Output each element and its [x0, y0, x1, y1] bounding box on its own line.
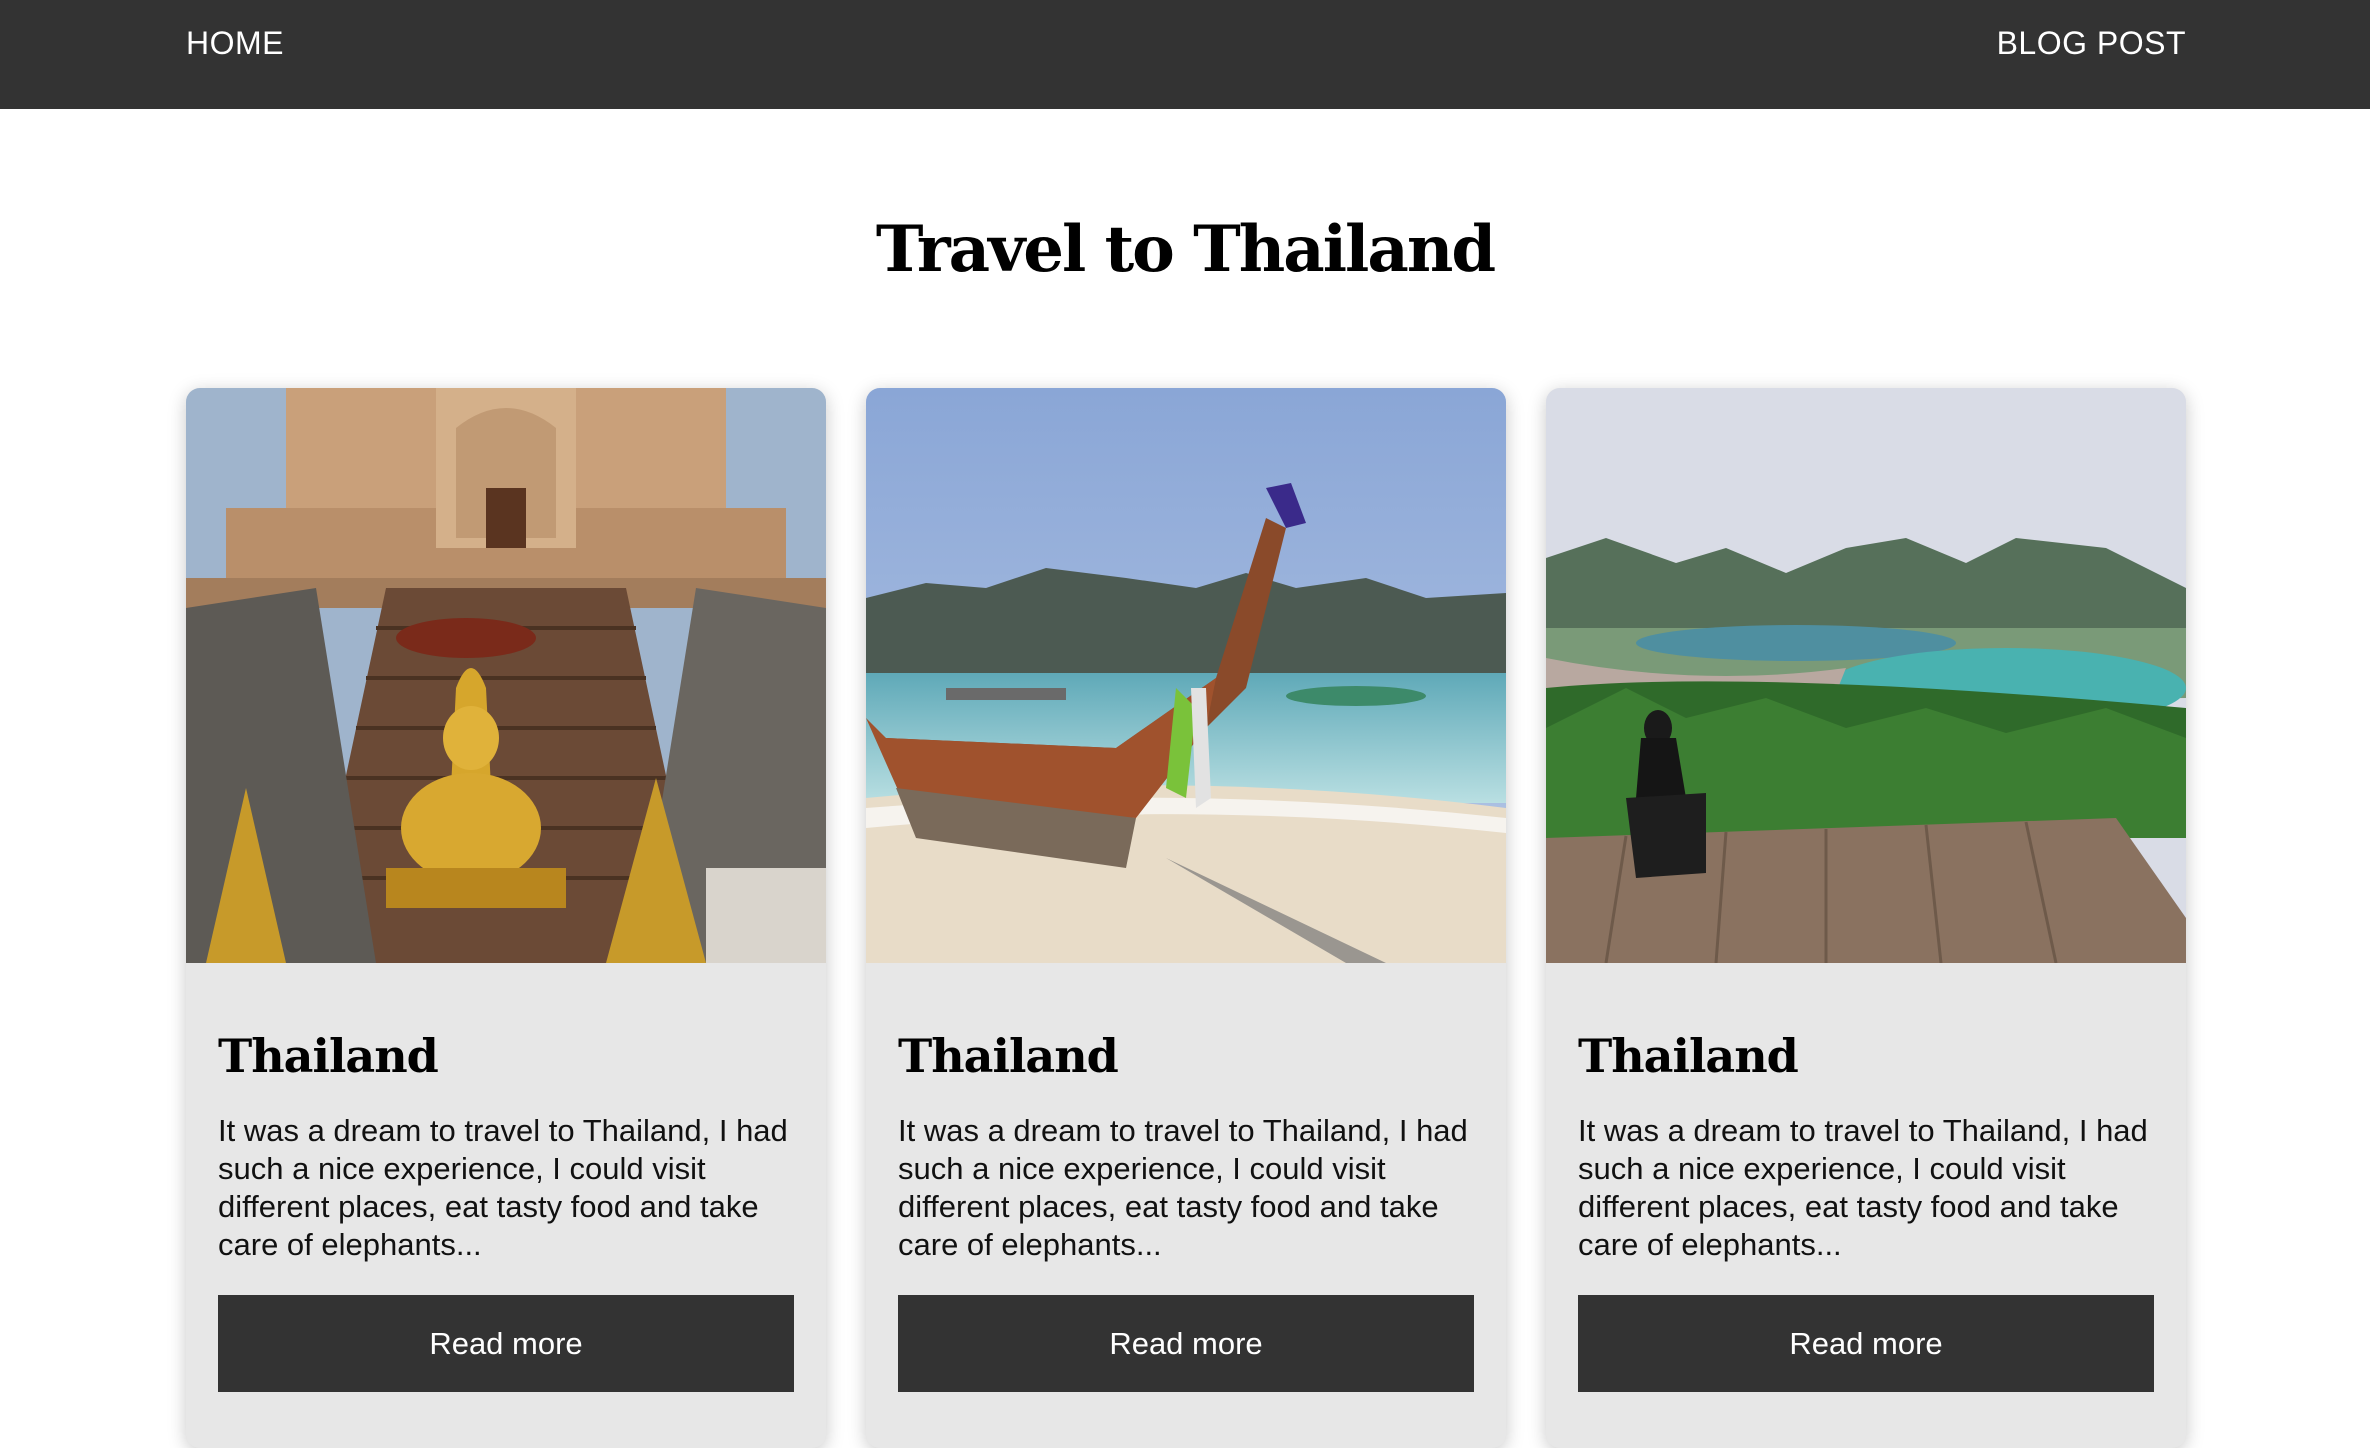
nav-home-link[interactable]: HOME — [186, 0, 284, 86]
card-description: It was a dream to travel to Thailand, I … — [1578, 1113, 2148, 1262]
page-title: Travel to Thailand — [875, 212, 1496, 287]
nav-blog-post-link[interactable]: BLOG POST — [1997, 0, 2186, 86]
card-description: It was a dream to travel to Thailand, I … — [898, 1113, 1468, 1262]
card-description: It was a dream to travel to Thailand, I … — [218, 1113, 788, 1262]
read-more-button[interactable]: Read more — [1578, 1295, 2154, 1392]
viewpoint-bay-photo — [1546, 388, 2186, 963]
card-title: Thailand — [898, 1029, 1119, 1083]
card-title: Thailand — [1578, 1029, 1799, 1083]
temple-buddha-photo — [186, 388, 826, 963]
top-navbar: HOME BLOG POST — [0, 0, 2370, 109]
read-more-button[interactable]: Read more — [898, 1295, 1474, 1392]
blog-card: Thailand It was a dream to travel to Tha… — [1546, 388, 2186, 1448]
blog-card: Thailand It was a dream to travel to Tha… — [186, 388, 826, 1448]
blog-card: Thailand It was a dream to travel to Tha… — [866, 388, 1506, 1448]
read-more-button[interactable]: Read more — [218, 1295, 794, 1392]
card-title: Thailand — [218, 1029, 439, 1083]
longtail-boat-beach-photo — [866, 388, 1506, 963]
